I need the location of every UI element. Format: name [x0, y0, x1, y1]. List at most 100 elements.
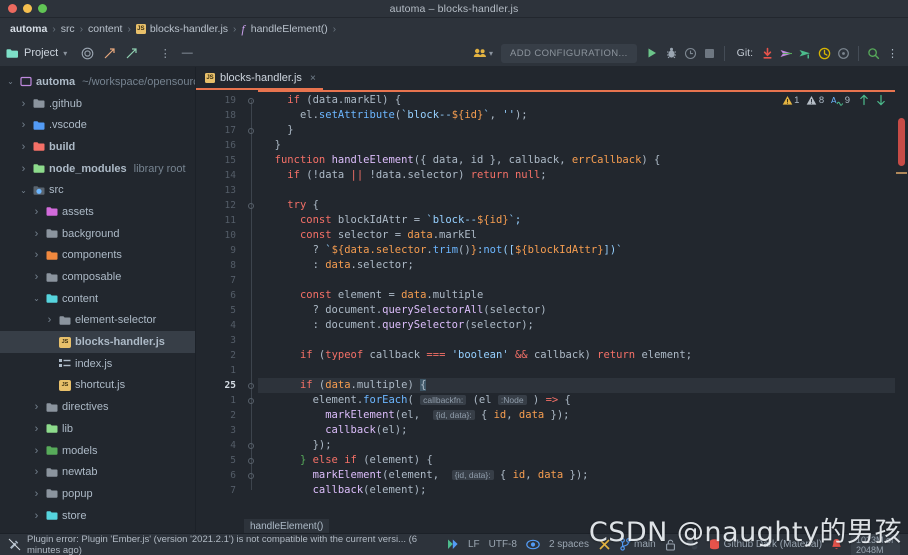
tree-item-store[interactable]: › store [0, 505, 195, 527]
fold-row[interactable] [244, 213, 258, 228]
tree-item-newtab[interactable]: › newtab [0, 461, 195, 483]
breadcrumb-item-content[interactable]: content [88, 23, 122, 35]
warning-count-group[interactable]: 1 [782, 95, 799, 106]
fold-row[interactable] [244, 273, 258, 288]
vcs-indicator-icon[interactable] [447, 538, 459, 551]
code-line[interactable] [258, 333, 895, 348]
git-branch-indicator[interactable]: main [620, 538, 656, 551]
git-pull-icon[interactable] [758, 44, 777, 63]
reader-mode-icon[interactable] [526, 539, 540, 550]
encoding-indicator[interactable]: UTF-8 [489, 539, 517, 550]
more-vertical-icon[interactable]: ⋮ [155, 43, 175, 63]
close-tab-icon[interactable]: × [310, 73, 316, 84]
tree-item-models[interactable]: › models [0, 440, 195, 462]
previous-problem-icon[interactable] [859, 94, 869, 106]
git-history-icon[interactable] [815, 44, 834, 63]
code-line[interactable]: const blockIdAttr = `block--${id}`; [258, 213, 895, 228]
chevron-down-icon[interactable]: ▾ [63, 49, 67, 58]
project-tree[interactable]: ⌄ automa ~/workspace/opensource/ › .github ›.… [0, 67, 196, 533]
chevron-right-icon[interactable]: › [31, 206, 42, 218]
theme-indicator[interactable]: Github Dark (Material) [708, 538, 822, 551]
code-line[interactable]: }); [258, 438, 895, 453]
search-icon[interactable] [864, 44, 883, 63]
chevron-right-icon[interactable]: › [31, 466, 42, 478]
code-line[interactable]: try { [258, 198, 895, 213]
fold-row[interactable] [244, 258, 258, 273]
chevron-right-icon[interactable]: › [18, 119, 29, 131]
breadcrumb-item-src[interactable]: src [61, 23, 75, 35]
fold-toggle-icon[interactable] [248, 98, 254, 104]
chevron-down-icon[interactable]: ▾ [489, 49, 493, 58]
editor-scrollbar[interactable] [895, 90, 908, 533]
git-update-icon[interactable] [796, 44, 815, 63]
tree-item-blocks-handler-js[interactable]: JS blocks-handler.js [0, 331, 195, 353]
fold-row[interactable] [244, 363, 258, 378]
chevron-right-icon[interactable]: › [31, 249, 42, 261]
code-line[interactable]: const element = data.multiple [258, 288, 895, 303]
tree-item-element-selector[interactable]: › element-selector [0, 310, 195, 332]
fold-row[interactable] [244, 228, 258, 243]
settings-icon[interactable] [685, 538, 699, 551]
tree-item-assets[interactable]: › assets [0, 201, 195, 223]
tree-item-shortcut-js[interactable]: JS shortcut.js [0, 375, 195, 397]
coverage-icon[interactable] [681, 44, 700, 63]
code-line[interactable]: } [258, 123, 895, 138]
fold-row[interactable] [244, 408, 258, 423]
chevron-right-icon[interactable]: › [31, 228, 42, 240]
typo-count-group[interactable]: A 9 [831, 95, 850, 106]
editor-breadcrumb-bottom[interactable]: handleElement() [244, 519, 330, 533]
code-line[interactable]: function handleElement({ data, id }, cal… [258, 153, 895, 168]
code-line[interactable]: el.setAttribute(`block--${id}`, ''); [258, 108, 895, 123]
fold-row[interactable] [244, 153, 258, 168]
code-content[interactable]: if (data.markEl) { el.setAttribute(`bloc… [258, 90, 895, 533]
collapse-icon[interactable] [121, 43, 141, 63]
weak-warning-count-group[interactable]: 8 [806, 95, 824, 106]
expand-icon[interactable] [99, 43, 119, 63]
tree-item-node-modules[interactable]: › node_modules library root [0, 158, 195, 180]
fold-row[interactable] [244, 378, 258, 393]
stop-icon[interactable] [700, 44, 719, 63]
fold-row[interactable] [244, 93, 258, 108]
breadcrumb-item-file[interactable]: JS blocks-handler.js [135, 23, 228, 35]
fold-row[interactable] [244, 453, 258, 468]
status-message[interactable]: Plugin error: Plugin 'Ember.js' (version… [8, 534, 447, 555]
fold-row[interactable] [244, 108, 258, 123]
fold-row[interactable] [244, 348, 258, 363]
minimize-icon[interactable]: — [177, 43, 197, 63]
inspection-level-icon[interactable] [598, 538, 611, 551]
tab-blocks-handler[interactable]: JS blocks-handler.js × [196, 68, 323, 90]
project-panel-title[interactable]: Project ▾ [6, 47, 67, 59]
fold-row[interactable] [244, 123, 258, 138]
indent-indicator[interactable]: 2 spaces [549, 539, 589, 550]
code-line[interactable]: if (data.multiple) { [258, 378, 895, 393]
chevron-right-icon[interactable]: › [44, 314, 55, 326]
people-icon[interactable]: ▾ [473, 47, 493, 59]
tree-item-build[interactable]: › build [0, 136, 195, 158]
fold-toggle-icon[interactable] [248, 203, 254, 209]
chevron-right-icon[interactable]: › [31, 488, 42, 500]
fold-row[interactable] [244, 468, 258, 483]
inspection-widget[interactable]: 1 8 A 9 [782, 94, 886, 106]
fold-row[interactable] [244, 318, 258, 333]
code-line[interactable]: markElement(el, {id, data}: { id, data }… [258, 408, 895, 423]
tree-item-index-js[interactable]: index.js [0, 353, 195, 375]
fold-row[interactable] [244, 438, 258, 453]
tree-item-src[interactable]: ⌄ src [0, 179, 195, 201]
fold-toggle-icon[interactable] [248, 128, 254, 134]
lock-icon[interactable] [665, 539, 676, 551]
code-line[interactable] [258, 363, 895, 378]
error-stripe-marker[interactable] [896, 172, 907, 174]
git-push-icon[interactable] [777, 44, 796, 63]
chevron-down-icon[interactable]: ⌄ [5, 77, 16, 86]
code-line[interactable]: ? document.querySelectorAll(selector) [258, 303, 895, 318]
tree-item-composable[interactable]: › composable [0, 266, 195, 288]
tree-item-content[interactable]: ⌄ content [0, 288, 195, 310]
fold-row[interactable] [244, 288, 258, 303]
code-line[interactable]: : document.querySelector(selector); [258, 318, 895, 333]
chevron-right-icon[interactable]: › [31, 271, 42, 283]
code-line[interactable]: } else if (element) { [258, 453, 895, 468]
chevron-right-icon[interactable]: › [18, 141, 29, 153]
breadcrumb-item-project[interactable]: automa [10, 23, 47, 35]
fold-row[interactable] [244, 183, 258, 198]
code-line[interactable]: if (!data || !data.selector) return null… [258, 168, 895, 183]
